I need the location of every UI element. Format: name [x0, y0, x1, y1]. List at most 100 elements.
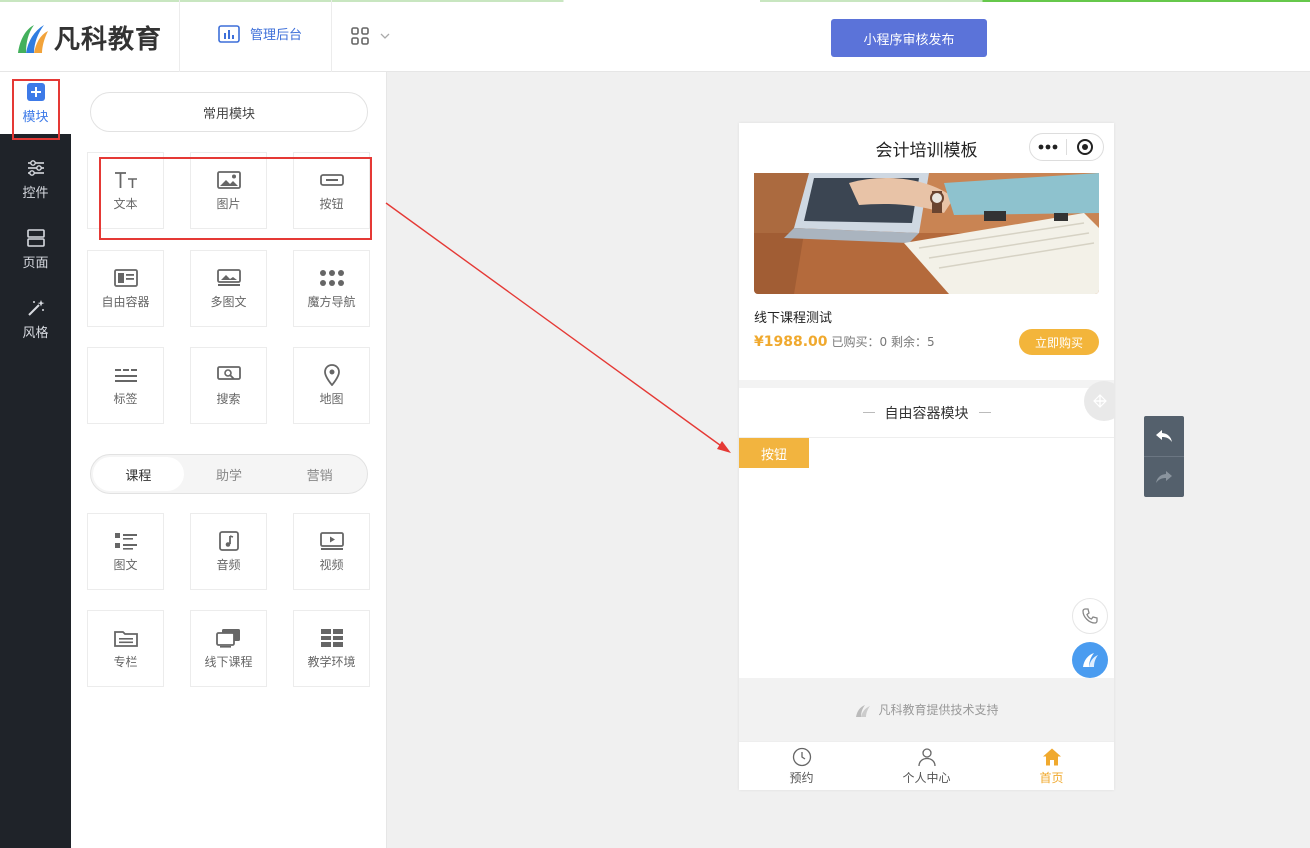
brand-name: 凡科教育: [54, 24, 163, 55]
loading-progress-bar: [0, 0, 1310, 2]
grid-dots-icon: [319, 270, 344, 286]
phone-call-button[interactable]: [1072, 598, 1108, 634]
course-price: ¥1988.00: [754, 334, 828, 350]
common-modules-header[interactable]: 常用模块: [90, 92, 368, 132]
map-pin-icon: [323, 364, 340, 386]
user-icon: [917, 747, 936, 766]
phone-preview: 会计培训模板 线下课程测试 ¥1988.00 已购买：0 剩余：5 立即购买 自…: [739, 123, 1114, 790]
apps-grid-icon: [351, 27, 369, 45]
clock-icon: [792, 747, 811, 766]
apps-menu-button[interactable]: [350, 26, 392, 46]
sidebar-item-controls[interactable]: 控件: [0, 148, 71, 210]
offline-course-icon: [215, 629, 240, 648]
sidebar-item-label: 页面: [22, 255, 49, 271]
left-sidebar: 模块 控件 页面 风格: [0, 72, 71, 848]
redo-button[interactable]: [1144, 457, 1184, 497]
tab-study-aid[interactable]: 助学: [184, 457, 275, 491]
divider: [179, 0, 180, 72]
module-tile-offline-course[interactable]: 线下课程: [190, 610, 267, 687]
tile-label: 多图文: [210, 295, 247, 309]
module-tile-column[interactable]: 专栏: [87, 610, 164, 687]
module-tile-magic-nav[interactable]: 魔方导航: [293, 250, 370, 327]
tile-label: 教学环境: [307, 655, 356, 669]
admin-link[interactable]: 管理后台: [218, 24, 302, 43]
tabbar-label: 预约: [789, 770, 814, 785]
tabbar-label: 个人中心: [902, 770, 951, 785]
module-tile-map[interactable]: 地图: [293, 347, 370, 424]
tile-label: 搜索: [216, 392, 241, 406]
module-tile-article[interactable]: 图文: [87, 513, 164, 590]
home-icon: [1042, 748, 1061, 765]
tabbar-item-home[interactable]: 首页: [989, 742, 1114, 790]
music-note-icon: [218, 531, 239, 551]
container-title-text: 自由容器模块: [884, 405, 969, 422]
sidebar-item-style[interactable]: 风格: [0, 288, 71, 350]
undo-button[interactable]: [1144, 416, 1184, 456]
module-tile-audio[interactable]: 音频: [190, 513, 267, 590]
highlight-box: [99, 157, 372, 240]
tabbar-item-booking[interactable]: 预约: [739, 742, 864, 790]
divider: [331, 0, 332, 72]
free-container-title: 自由容器模块: [739, 388, 1114, 438]
mini-program-capsule[interactable]: [1029, 133, 1104, 161]
brand-logo[interactable]: 凡科教育: [14, 18, 162, 56]
dropped-button-widget[interactable]: 按钮: [739, 438, 809, 468]
search-icon: [216, 366, 241, 380]
page-layout-icon: [26, 228, 45, 247]
tech-support-text: 凡科教育提供技术支持: [878, 703, 999, 717]
redo-icon: [1156, 471, 1172, 483]
sliders-icon: [27, 159, 44, 176]
history-controls: [1144, 416, 1184, 497]
course-stock: 已购买：0 剩余：5: [831, 335, 935, 349]
tile-label: 视频: [319, 558, 344, 572]
page-title: 会计培训模板: [875, 140, 978, 161]
highlight-box: [12, 79, 60, 140]
module-tile-multi-image-text[interactable]: 多图文: [190, 250, 267, 327]
tabbar-item-profile[interactable]: 个人中心: [864, 742, 989, 790]
tile-label: 标签: [113, 392, 138, 406]
brand-float-button[interactable]: [1072, 642, 1108, 678]
course-price-row: ¥1988.00 已购买：0 剩余：5: [754, 333, 935, 350]
course-banner-image[interactable]: [754, 173, 1099, 294]
close-target-icon[interactable]: [1067, 138, 1103, 156]
tile-label: 线下课程: [204, 655, 253, 669]
tabbar-label: 首页: [1039, 770, 1064, 785]
tile-label: 图文: [113, 558, 138, 572]
chevron-down-icon: [380, 33, 390, 39]
multi-image-text-icon: [216, 269, 241, 286]
module-tile-free-container[interactable]: 自由容器: [87, 250, 164, 327]
tile-label: 地图: [319, 392, 344, 406]
tab-marketing[interactable]: 营销: [274, 457, 365, 491]
module-tile-teaching-env[interactable]: 教学环境: [293, 610, 370, 687]
logo-icon: [1083, 653, 1098, 667]
tile-label: 自由容器: [101, 295, 150, 309]
phone-icon: [1082, 608, 1098, 624]
module-tile-video[interactable]: 视频: [293, 513, 370, 590]
buy-now-button[interactable]: 立即购买: [1019, 329, 1099, 355]
undo-icon: [1156, 430, 1172, 442]
magic-wand-icon: [27, 299, 44, 316]
classroom-grid-icon: [320, 629, 343, 647]
tile-label: 音频: [216, 558, 241, 572]
publish-button[interactable]: 小程序审核发布: [831, 19, 987, 57]
course-title: 线下课程测试: [754, 311, 833, 326]
more-dots-icon[interactable]: [1030, 144, 1066, 150]
top-bar: 凡科教育 管理后台 小程序审核发布: [0, 0, 1310, 72]
module-tile-search[interactable]: 搜索: [190, 347, 267, 424]
module-tile-tag[interactable]: 标签: [87, 347, 164, 424]
bar-chart-icon: [218, 24, 240, 43]
preview-tab-bar: 预约 个人中心 首页: [739, 741, 1114, 790]
tile-label: 专栏: [113, 655, 138, 669]
logo-icon: [18, 25, 48, 53]
module-category-tabs: 课程 助学 营销: [90, 454, 368, 494]
tag-lines-icon: [114, 369, 137, 382]
tech-support-footer: 凡科教育提供技术支持: [739, 678, 1114, 741]
move-handle[interactable]: [1084, 381, 1114, 421]
tab-course[interactable]: 课程: [93, 457, 184, 491]
logo-icon: [856, 704, 871, 717]
sidebar-item-pages[interactable]: 页面: [0, 218, 71, 280]
move-icon: [1093, 394, 1107, 408]
section-gap: [739, 380, 1114, 388]
admin-label: 管理后台: [250, 28, 303, 43]
free-container-icon: [113, 269, 138, 287]
